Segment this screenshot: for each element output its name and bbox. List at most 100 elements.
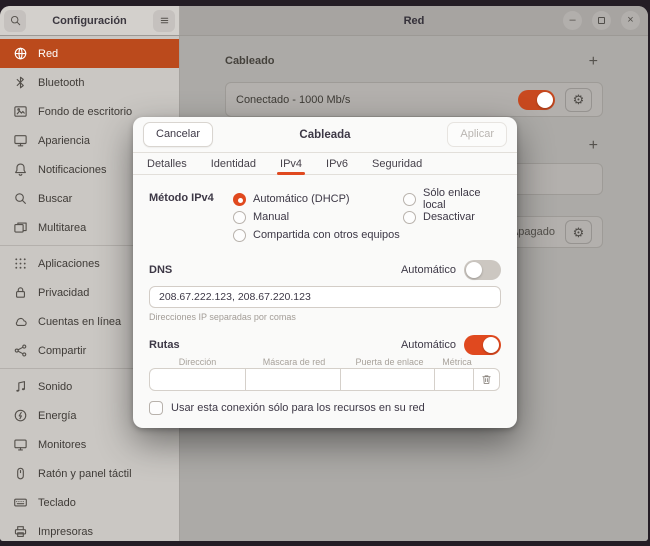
proxy-status: Apagado bbox=[511, 226, 555, 238]
radio-icon bbox=[233, 193, 246, 206]
lock-icon bbox=[13, 285, 28, 300]
sidebar-item-teclado[interactable]: Teclado bbox=[0, 488, 179, 517]
col-direccion: Dirección bbox=[149, 357, 246, 367]
maximize-icon bbox=[598, 17, 605, 24]
mouse-icon bbox=[13, 466, 28, 481]
tab-ipv6[interactable]: IPv6 bbox=[314, 153, 360, 174]
delete-route-button[interactable] bbox=[473, 368, 500, 391]
dialog-header: Cancelar Cableada Aplicar bbox=[133, 117, 517, 153]
menu-button[interactable] bbox=[153, 10, 175, 32]
sidebar-label: Sonido bbox=[38, 381, 72, 393]
route-address-input[interactable] bbox=[149, 368, 246, 391]
radio-label: Desactivar bbox=[423, 211, 475, 223]
sidebar-label: Red bbox=[38, 48, 58, 60]
wired-toggle[interactable] bbox=[518, 90, 555, 110]
sidebar-item-monitores[interactable]: Monitores bbox=[0, 430, 179, 459]
sidebar-item-red[interactable]: Red bbox=[0, 39, 179, 68]
col-metrica: Métrica bbox=[437, 357, 477, 367]
add-vpn-button[interactable]: + bbox=[589, 138, 598, 154]
sidebar-label: Teclado bbox=[38, 497, 76, 509]
wired-settings-button[interactable]: ⚙ bbox=[565, 88, 592, 112]
plus-icon: + bbox=[589, 53, 598, 70]
radio-label: Compartida con otros equipos bbox=[253, 229, 400, 241]
network-globe-icon bbox=[13, 46, 28, 61]
close-icon: × bbox=[627, 15, 633, 26]
connection-status: Conectado - 1000 Mb/s bbox=[236, 94, 518, 106]
proxy-settings-button[interactable]: ⚙ bbox=[565, 220, 592, 244]
gear-icon: ⚙ bbox=[573, 226, 585, 239]
plus-icon: + bbox=[589, 137, 598, 154]
route-gateway-input[interactable] bbox=[340, 368, 435, 391]
routes-header: Rutas Automático bbox=[149, 335, 501, 355]
wired-connection-row[interactable]: Conectado - 1000 Mb/s ⚙ bbox=[225, 82, 603, 117]
dns-auto-group: Automático bbox=[401, 260, 501, 280]
search-icon bbox=[13, 191, 28, 206]
dns-servers-input[interactable] bbox=[149, 286, 501, 308]
route-netmask-input[interactable] bbox=[245, 368, 341, 391]
dns-auto-label: Automático bbox=[401, 264, 456, 276]
routes-section: Rutas Automático Dirección Máscara de re… bbox=[149, 335, 501, 415]
sidebar-label: Privacidad bbox=[38, 287, 89, 299]
sidebar-label: Bluetooth bbox=[38, 77, 84, 89]
method-options: Automático (DHCP) Manual Compartida con … bbox=[233, 190, 501, 244]
search-button[interactable] bbox=[4, 10, 26, 32]
close-button[interactable]: × bbox=[621, 11, 640, 30]
keyboard-icon bbox=[13, 495, 28, 510]
restrict-connection-label: Usar esta conexión sólo para los recurso… bbox=[171, 402, 425, 414]
window-controls: – × bbox=[563, 11, 640, 30]
sidebar-item-raton[interactable]: Ratón y panel táctil bbox=[0, 459, 179, 488]
sidebar-label: Multitarea bbox=[38, 222, 86, 234]
titlebar: Configuración Red – × bbox=[0, 6, 648, 36]
dns-hint: Direcciones IP separadas por comas bbox=[149, 312, 501, 322]
tab-detalles[interactable]: Detalles bbox=[135, 153, 199, 174]
dns-auto-toggle[interactable] bbox=[464, 260, 501, 280]
bluetooth-icon bbox=[13, 75, 28, 90]
minimize-button[interactable]: – bbox=[563, 11, 582, 30]
wired-settings-dialog: Cancelar Cableada Aplicar Detalles Ident… bbox=[133, 117, 517, 428]
hamburger-icon bbox=[158, 14, 171, 27]
maximize-button[interactable] bbox=[592, 11, 611, 30]
sidebar-label: Buscar bbox=[38, 193, 72, 205]
sidebar-label: Cuentas en línea bbox=[38, 316, 121, 328]
tab-ipv4[interactable]: IPv4 bbox=[268, 153, 314, 174]
sidebar-label: Fondo de escritorio bbox=[38, 106, 132, 118]
bell-icon bbox=[13, 162, 28, 177]
cancel-button[interactable]: Cancelar bbox=[143, 122, 213, 146]
routes-auto-label: Automático bbox=[401, 339, 456, 351]
radio-solo-enlace-local[interactable]: Sólo enlace local bbox=[403, 190, 501, 208]
gear-icon: ⚙ bbox=[573, 93, 585, 106]
radio-label: Manual bbox=[253, 211, 289, 223]
sidebar-label: Notificaciones bbox=[38, 164, 106, 176]
tab-identidad[interactable]: Identidad bbox=[199, 153, 268, 174]
radio-label: Automático (DHCP) bbox=[253, 193, 350, 205]
checkbox-icon bbox=[149, 401, 163, 415]
radio-icon bbox=[233, 211, 246, 224]
minimize-icon: – bbox=[569, 15, 575, 26]
method-options-left: Automático (DHCP) Manual Compartida con … bbox=[233, 190, 403, 244]
restrict-connection-row[interactable]: Usar esta conexión sólo para los recurso… bbox=[149, 401, 501, 415]
tab-seguridad[interactable]: Seguridad bbox=[360, 153, 434, 174]
printer-icon bbox=[13, 524, 28, 539]
sidebar-item-impresoras[interactable]: Impresoras bbox=[0, 517, 179, 541]
display-icon bbox=[13, 437, 28, 452]
radio-automatico-dhcp[interactable]: Automático (DHCP) bbox=[233, 190, 403, 208]
dialog-body: Método IPv4 Automático (DHCP) Manual Com… bbox=[133, 190, 517, 415]
sidebar-item-bluetooth[interactable]: Bluetooth bbox=[0, 68, 179, 97]
route-entry-row bbox=[149, 368, 501, 391]
add-wired-button[interactable]: + bbox=[589, 54, 598, 70]
routes-auto-toggle[interactable] bbox=[464, 335, 501, 355]
route-metric-input[interactable] bbox=[434, 368, 474, 391]
sidebar-label: Monitores bbox=[38, 439, 86, 451]
method-options-right: Sólo enlace local Desactivar bbox=[403, 190, 501, 244]
wallpaper-icon bbox=[13, 104, 28, 119]
radio-manual[interactable]: Manual bbox=[233, 208, 403, 226]
dns-header: DNS Automático bbox=[149, 260, 501, 280]
method-label: Método IPv4 bbox=[149, 190, 233, 244]
col-mascara: Máscara de red bbox=[246, 357, 342, 367]
radio-label: Sólo enlace local bbox=[423, 187, 501, 211]
col-puerta: Puerta de enlace bbox=[342, 357, 437, 367]
routes-column-headers: Dirección Máscara de red Puerta de enlac… bbox=[149, 357, 501, 367]
sidebar-label: Ratón y panel táctil bbox=[38, 468, 132, 480]
apply-button[interactable]: Aplicar bbox=[447, 122, 507, 146]
radio-compartida[interactable]: Compartida con otros equipos bbox=[233, 226, 403, 244]
